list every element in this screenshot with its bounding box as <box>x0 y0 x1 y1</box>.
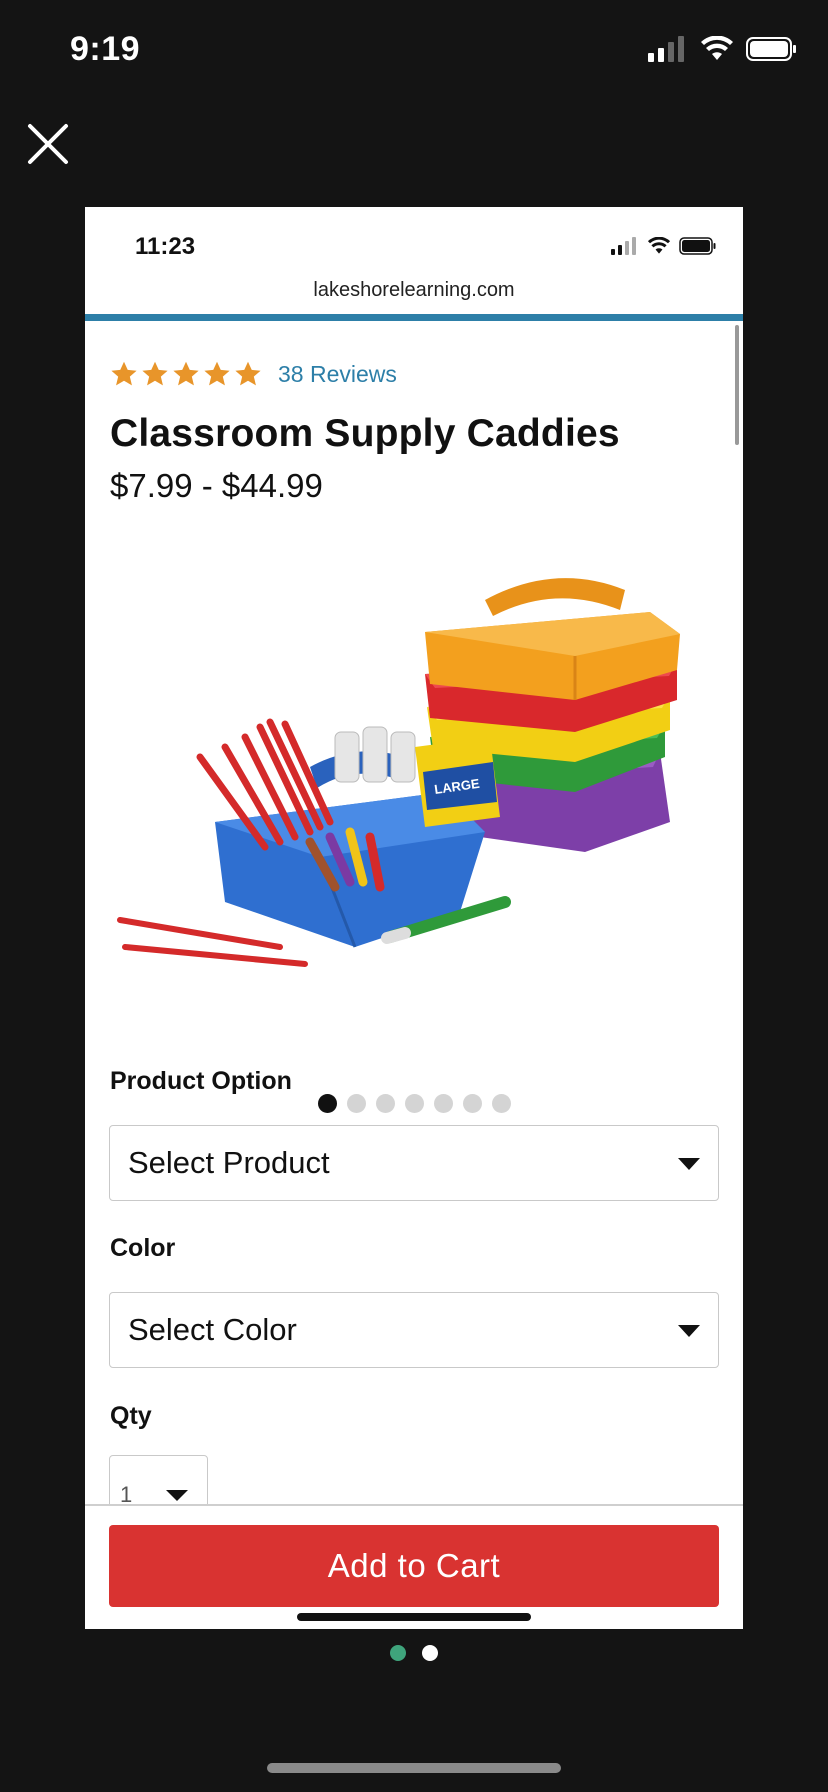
color-select[interactable]: Select Color <box>109 1292 719 1368</box>
carousel-dot[interactable] <box>491 1094 511 1113</box>
scrollbar[interactable] <box>735 325 739 445</box>
qty-label: Qty <box>110 1402 152 1430</box>
cellular-signal-icon <box>611 237 636 255</box>
add-to-cart-button[interactable]: Add to Cart <box>109 1525 719 1607</box>
star-icon <box>142 361 168 386</box>
wifi-icon <box>701 36 733 60</box>
product-price: $7.99 - $44.99 <box>110 467 323 504</box>
home-indicator[interactable] <box>267 1763 561 1773</box>
screenshot-preview: 11:23 lakeshorelearning.com 38 Reviews C… <box>85 207 743 1629</box>
carousel-dot[interactable] <box>317 1094 337 1113</box>
device-time: 9:19 <box>70 30 141 68</box>
inner-time: 11:23 <box>135 233 196 260</box>
device-status-icons <box>648 36 798 62</box>
carousel-dot[interactable] <box>433 1094 453 1113</box>
product-image[interactable]: LARGE <box>105 552 725 972</box>
star-rating <box>110 360 262 388</box>
glue-bottles <box>334 726 416 783</box>
image-carousel-dots <box>85 1094 743 1113</box>
chevron-down-icon <box>678 1158 700 1170</box>
product-option-label: Product Option <box>110 1067 292 1095</box>
color-value: Select Color <box>128 1312 297 1347</box>
product-option-select[interactable]: Select Product <box>109 1125 719 1201</box>
carousel-dot[interactable] <box>462 1094 482 1113</box>
wifi-icon <box>647 237 671 254</box>
inner-home-indicator <box>297 1613 531 1621</box>
pager-dot[interactable] <box>390 1645 406 1661</box>
pager-dot[interactable] <box>422 1645 438 1661</box>
star-icon <box>111 361 137 386</box>
url-bar[interactable]: lakeshorelearning.com <box>85 279 743 302</box>
chevron-down-icon <box>678 1325 700 1337</box>
device-status-bar: 9:19 <box>0 0 828 100</box>
inner-status-bar: 11:23 <box>85 207 743 267</box>
crayon-box: LARGE <box>415 737 500 827</box>
loose-pencils <box>117 917 308 967</box>
header-divider <box>85 314 743 321</box>
screenshot-pager <box>0 1645 828 1661</box>
chevron-down-icon <box>166 1490 188 1501</box>
carousel-dot[interactable] <box>346 1094 366 1113</box>
star-icon <box>173 361 199 386</box>
battery-icon <box>746 37 796 61</box>
product-option-value: Select Product <box>128 1145 330 1180</box>
product-title: Classroom Supply Caddies <box>110 412 620 455</box>
carousel-dot[interactable] <box>375 1094 395 1113</box>
cellular-signal-icon <box>648 36 684 62</box>
reviews-link[interactable]: 38 Reviews <box>278 361 397 388</box>
rating-row[interactable]: 38 Reviews <box>110 360 397 388</box>
star-icon <box>235 361 261 386</box>
close-icon[interactable] <box>26 122 70 166</box>
star-icon <box>204 361 230 386</box>
sticky-cart-bar: Add to Cart <box>85 1504 743 1629</box>
carousel-dot[interactable] <box>404 1094 424 1113</box>
color-label: Color <box>110 1234 176 1262</box>
battery-icon <box>679 237 716 255</box>
inner-status-icons <box>611 237 717 255</box>
